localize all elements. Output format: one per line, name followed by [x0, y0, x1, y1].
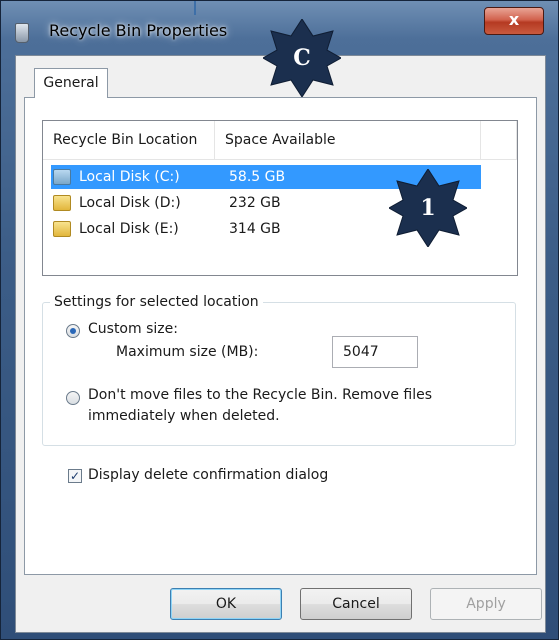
column-header-space[interactable]: Space Available: [215, 121, 481, 159]
recycle-bin-icon: [15, 23, 29, 43]
cancel-button[interactable]: Cancel: [300, 588, 412, 620]
drive-location: Local Disk (E:): [79, 221, 179, 237]
apply-button[interactable]: Apply: [430, 588, 542, 620]
ok-button[interactable]: OK: [170, 588, 282, 620]
close-button[interactable]: x: [484, 7, 544, 35]
tab-general[interactable]: General: [34, 68, 108, 98]
badge-1-label: 1: [420, 195, 436, 221]
annotation-badge-1: 1: [389, 169, 467, 247]
custom-size-radio[interactable]: [66, 324, 80, 338]
dont-move-radio[interactable]: [66, 391, 80, 405]
window-title: Recycle Bin Properties: [49, 21, 228, 40]
drive-space: 232 GB: [229, 195, 281, 211]
properties-window: Recycle Bin Properties x General Recycle…: [0, 0, 559, 640]
max-size-input[interactable]: 5047: [332, 336, 418, 368]
annotation-badge-c: C: [263, 19, 341, 97]
drive-space: 314 GB: [229, 221, 281, 237]
drive-folder-icon: [53, 169, 71, 185]
delete-confirmation-label[interactable]: Display delete confirmation dialog: [88, 467, 328, 483]
badge-c-label: C: [293, 45, 311, 71]
column-header-location[interactable]: Recycle Bin Location: [43, 121, 215, 159]
column-header-filler: [481, 121, 517, 159]
dont-move-label-line2[interactable]: immediately when deleted.: [88, 408, 280, 424]
drive-folder-icon: [53, 195, 71, 211]
max-size-label: Maximum size (MB):: [116, 344, 259, 360]
drive-location: Local Disk (C:): [79, 169, 180, 185]
dialog-client-area: General Recycle Bin Location Space Avail…: [15, 55, 546, 633]
dont-move-label-line1[interactable]: Don't move files to the Recycle Bin. Rem…: [88, 387, 432, 403]
drive-folder-icon: [53, 221, 71, 237]
settings-group-title: Settings for selected location: [50, 294, 263, 310]
custom-size-label[interactable]: Custom size:: [88, 321, 178, 337]
delete-confirmation-checkbox[interactable]: ✓: [68, 469, 82, 483]
drive-location: Local Disk (D:): [79, 195, 181, 211]
drive-space: 58.5 GB: [229, 169, 286, 185]
list-header: Recycle Bin Location Space Available: [43, 121, 517, 160]
